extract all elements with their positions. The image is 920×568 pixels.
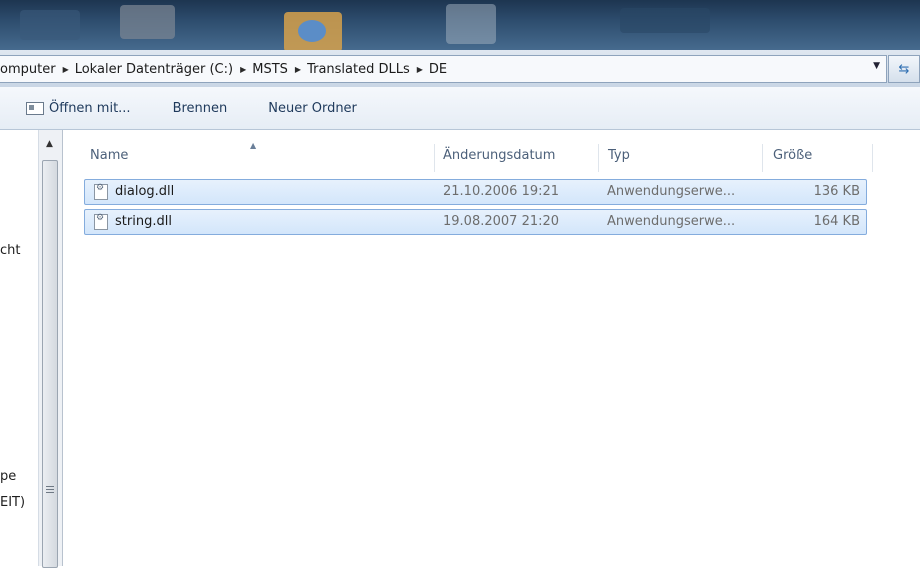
burn-button[interactable]: Brennen <box>173 101 228 116</box>
column-header-size[interactable]: Größe <box>773 148 812 163</box>
grip-icon <box>46 486 54 495</box>
chevron-down-icon[interactable]: ▼ <box>873 61 880 71</box>
breadcrumb-label: omputer <box>0 61 56 77</box>
file-type: Anwendungserwe... <box>607 214 736 229</box>
file-type: Anwendungserwe... <box>607 184 736 199</box>
scroll-thumb[interactable] <box>42 160 58 568</box>
breadcrumb-msts[interactable]: MSTS ▶ <box>252 62 307 77</box>
column-divider[interactable] <box>434 144 435 172</box>
open-with-button[interactable]: Öffnen mit... <box>26 101 131 116</box>
breadcrumb-separator-icon[interactable]: ▶ <box>63 65 69 74</box>
blurred-background <box>120 5 175 39</box>
breadcrumb-separator-icon[interactable]: ▶ <box>240 65 246 74</box>
column-header-type[interactable]: Typ <box>608 148 630 163</box>
file-date: 21.10.2006 19:21 <box>443 184 560 199</box>
breadcrumb-label: MSTS <box>252 61 288 77</box>
dll-file-icon <box>94 213 108 230</box>
column-header-row: ▲ Name Änderungsdatum Typ Größe <box>62 138 920 172</box>
breadcrumb-label: Lokaler Datenträger (C:) <box>74 61 234 77</box>
file-row-string-dll[interactable]: string.dll 19.08.2007 21:20 Anwendungser… <box>84 209 867 235</box>
breadcrumb-translated-dlls[interactable]: Translated DLLs ▶ <box>307 62 429 77</box>
burn-label: Brennen <box>172 100 228 116</box>
open-with-label: Öffnen mit... <box>49 100 131 116</box>
refresh-icon: ⇆ <box>898 61 910 77</box>
blurred-background <box>446 4 496 44</box>
breadcrumb-label: Translated DLLs <box>307 61 410 77</box>
window-title-strip <box>0 0 920 50</box>
address-bar[interactable]: omputer ▶ Lokaler Datenträger (C:) ▶ MST… <box>0 55 887 83</box>
file-name: dialog.dll <box>115 184 175 199</box>
breadcrumb-label: DE <box>428 61 448 77</box>
column-divider[interactable] <box>872 144 873 172</box>
blurred-background <box>20 10 80 40</box>
column-divider[interactable] <box>762 144 763 172</box>
breadcrumb-de[interactable]: DE <box>429 62 447 77</box>
open-with-icon <box>26 101 44 115</box>
nav-item[interactable]: EIT) <box>0 495 25 510</box>
nav-item[interactable]: pe <box>0 469 16 484</box>
refresh-button[interactable]: ⇆ <box>888 55 920 83</box>
new-folder-label: Neuer Ordner <box>268 100 357 116</box>
dll-file-icon <box>94 183 108 200</box>
file-name: string.dll <box>115 214 172 229</box>
blurred-background <box>620 8 710 33</box>
column-divider[interactable] <box>598 144 599 172</box>
command-toolbar: Öffnen mit... Brennen Neuer Ordner <box>0 87 920 130</box>
file-size: 136 KB <box>813 184 860 199</box>
sort-ascending-icon: ▲ <box>250 141 257 150</box>
column-header-name[interactable]: Name <box>90 148 128 163</box>
blurred-background <box>298 20 326 42</box>
scroll-up-icon[interactable]: ▲ <box>41 136 58 151</box>
breadcrumb-separator-icon[interactable]: ▶ <box>295 65 301 74</box>
address-bar-row: omputer ▶ Lokaler Datenträger (C:) ▶ MST… <box>0 50 920 87</box>
breadcrumb-local-disk[interactable]: Lokaler Datenträger (C:) ▶ <box>75 62 253 77</box>
nav-item[interactable]: cht <box>0 243 20 258</box>
file-date: 19.08.2007 21:20 <box>443 214 560 229</box>
new-folder-button[interactable]: Neuer Ordner <box>268 101 357 116</box>
nav-scrollbar[interactable]: ▲ <box>38 130 63 568</box>
breadcrumb-computer[interactable]: omputer ▶ <box>0 62 75 77</box>
file-row-dialog-dll[interactable]: dialog.dll 21.10.2006 19:21 Anwendungser… <box>84 179 867 205</box>
column-header-date[interactable]: Änderungsdatum <box>443 148 555 163</box>
file-list: ▲ Name Änderungsdatum Typ Größe dialog.d… <box>62 130 920 566</box>
breadcrumb-separator-icon[interactable]: ▶ <box>417 65 423 74</box>
file-size: 164 KB <box>813 214 860 229</box>
navigation-pane: cht pe EIT) <box>0 130 38 566</box>
